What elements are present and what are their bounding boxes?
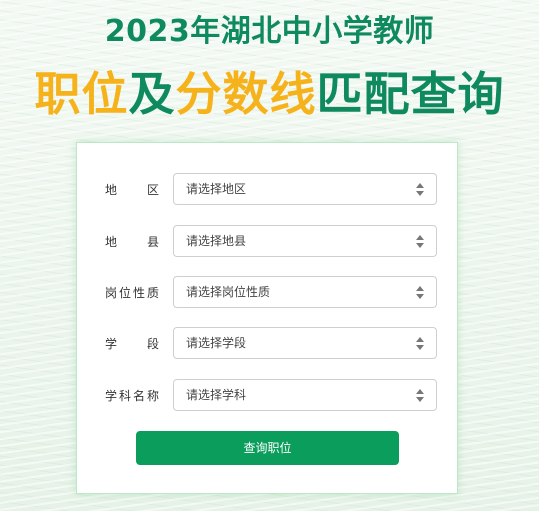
subject-label: 学科名称 [105,389,159,403]
school-stage-select-value: 请选择学段 [186,336,247,350]
subject-select-value: 请选择学科 [186,388,247,402]
form-row-region: 地区 请选择地区 [77,173,457,207]
county-select-value: 请选择地县 [186,234,247,248]
region-select[interactable]: 请选择地区 [173,173,437,205]
school-stage-label: 学段 [105,337,159,351]
post-type-select[interactable]: 请选择岗位性质 [173,276,437,308]
title-part-position: 职位 [34,67,129,121]
post-type-select-value: 请选择岗位性质 [186,285,271,299]
post-type-label: 岗位性质 [105,286,159,300]
school-stage-select[interactable]: 请选择学段 [173,327,437,359]
page-subtitle: 2023年湖北中小学教师 [104,14,435,49]
region-label: 地区 [105,183,159,197]
form-row-county: 地县 请选择地县 [77,225,457,259]
title-part-match-query: 匹配查询 [316,67,505,121]
page-title: 职位及分数线匹配查询 [0,62,539,126]
updown-arrow-icon [416,183,424,196]
query-form-card: 地区 请选择地区 地县 请选择地县 岗位性质 请选择岗位性质 学段 请选择学段 … [76,142,458,494]
updown-arrow-icon [416,286,424,299]
updown-arrow-icon [416,235,424,248]
form-row-school-stage: 学段 请选择学段 [77,327,457,361]
form-row-post-type: 岗位性质 请选择岗位性质 [77,276,457,310]
region-select-value: 请选择地区 [186,182,247,196]
title-part-score-line: 分数线 [175,67,317,121]
title-part-and: 及 [128,67,176,121]
county-label: 地县 [105,235,159,249]
updown-arrow-icon [416,389,424,402]
form-row-subject: 学科名称 请选择学科 [77,379,457,413]
subject-select[interactable]: 请选择学科 [173,379,437,411]
query-position-button[interactable]: 查询职位 [136,431,399,465]
county-select[interactable]: 请选择地县 [173,225,437,257]
updown-arrow-icon [416,337,424,350]
